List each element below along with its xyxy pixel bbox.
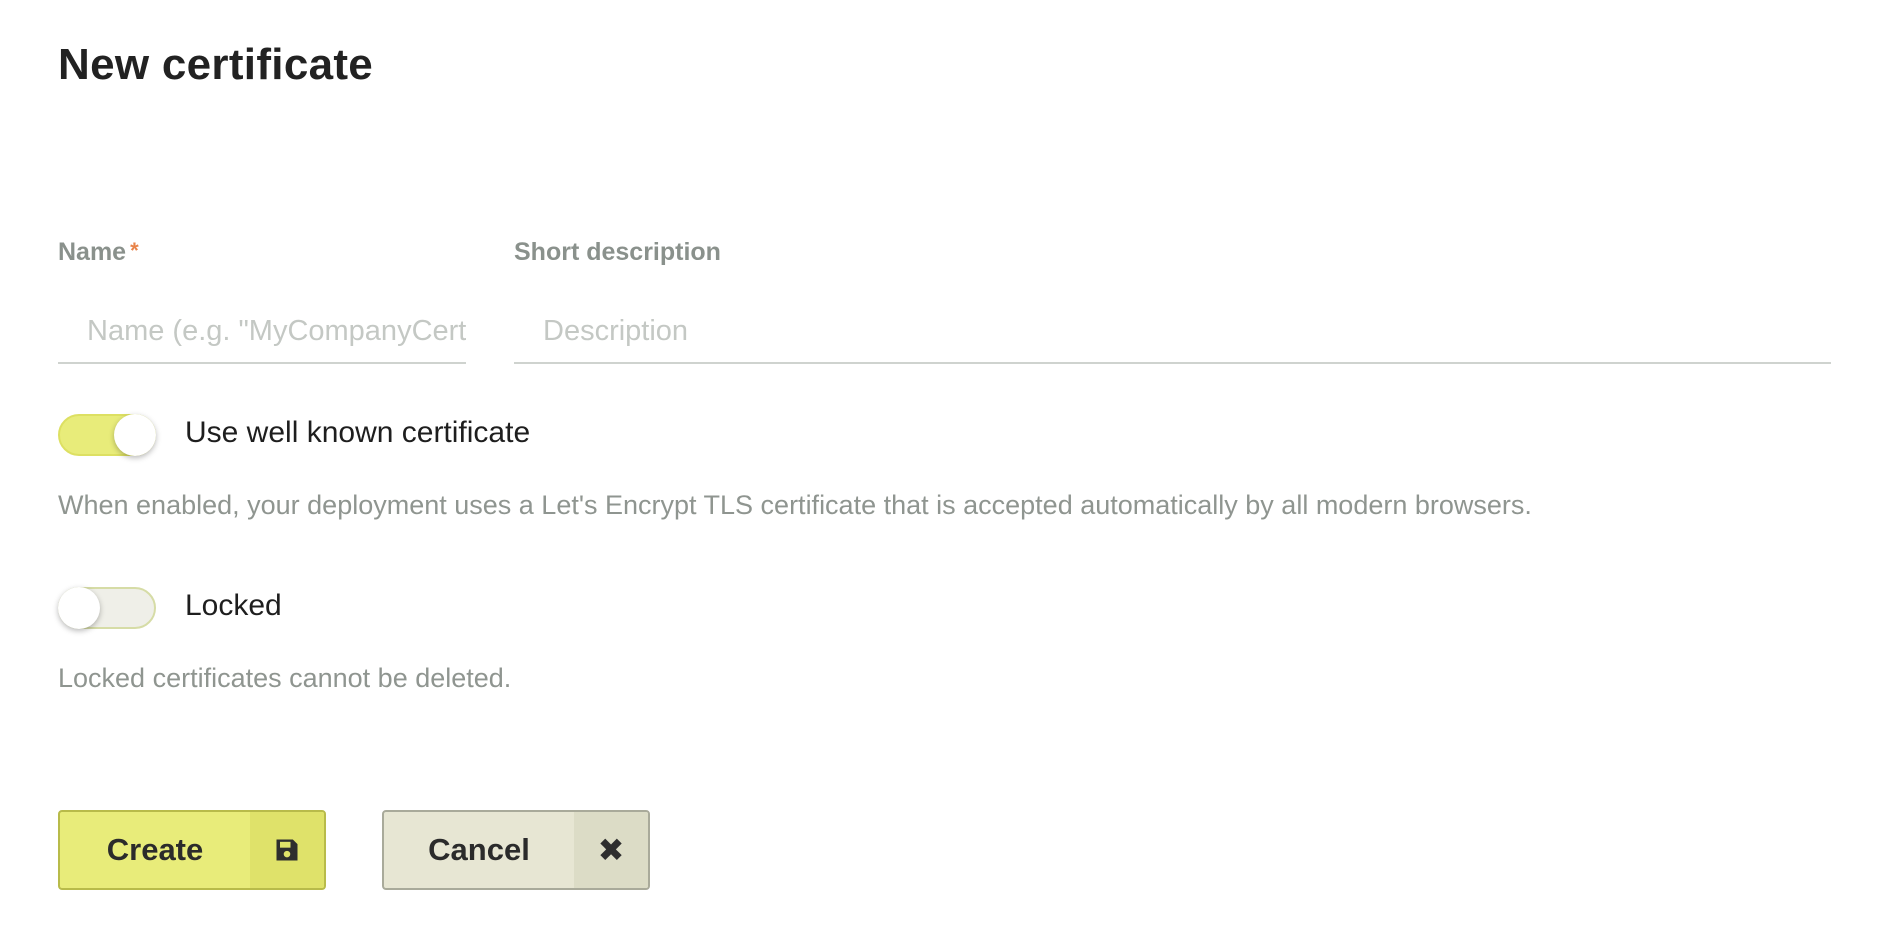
locked-help: Locked certificates cannot be deleted. [58, 663, 512, 693]
cancel-button-label: Cancel [428, 832, 530, 867]
toggle-knob [114, 414, 156, 456]
floppy-disk-icon [250, 812, 324, 888]
name-field-label: Name * [58, 238, 139, 267]
cancel-button[interactable]: Cancel ✖ [382, 810, 650, 890]
new-certificate-page: New certificate Name* Short description … [0, 0, 1882, 944]
well-known-certificate-toggle[interactable] [58, 414, 156, 456]
toggle-knob [58, 587, 100, 629]
locked-toggle[interactable] [58, 587, 156, 629]
well-known-certificate-label: Use well known certificate [185, 416, 531, 449]
name-input[interactable] [58, 300, 466, 364]
well-known-certificate-help: When enabled, your deployment uses a Let… [58, 490, 1532, 520]
create-button-label: Create [106, 832, 204, 867]
create-button[interactable]: Create [58, 810, 326, 890]
close-icon: ✖ [574, 812, 648, 888]
page-title: New certificate [58, 40, 374, 89]
description-field-label: Short description [514, 238, 721, 266]
locked-label: Locked [185, 589, 282, 622]
description-input[interactable] [514, 300, 1831, 364]
name-label-text: Name [58, 238, 127, 266]
required-marker: * [130, 238, 139, 263]
